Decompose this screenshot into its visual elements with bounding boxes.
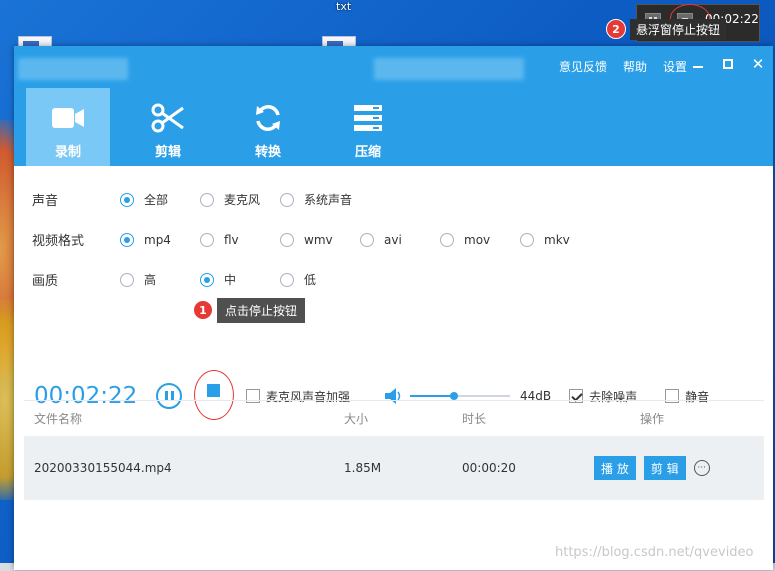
radio-unchecked[interactable]: [520, 232, 534, 247]
stop-button[interactable]: [207, 384, 220, 397]
help-link[interactable]: 帮助: [623, 58, 647, 75]
radio-label: 全部: [144, 193, 169, 207]
radio-label: wmv: [304, 232, 333, 247]
radio-unchecked[interactable]: [280, 192, 294, 207]
settings-link[interactable]: 设置: [663, 58, 687, 75]
quality-row: 画质 高 中 低: [32, 270, 316, 289]
radio-label: mp4: [144, 232, 171, 247]
maximize-button[interactable]: [721, 57, 735, 71]
radio-unchecked[interactable]: [280, 272, 294, 287]
format-option-flv[interactable]: flv: [200, 232, 280, 247]
tooltip-text: 点击停止按钮: [217, 297, 306, 323]
sound-option-system[interactable]: 系统声音: [280, 191, 352, 208]
callout-number-badge: 2: [606, 19, 626, 39]
scissors-icon: [151, 103, 185, 133]
stop-button-tooltip: 1 点击停止按钮: [193, 297, 306, 323]
radio-label: avi: [384, 232, 402, 247]
callout-text: 悬浮窗停止按钮: [630, 18, 727, 40]
tab-label: 转换: [254, 145, 281, 160]
table-row[interactable]: 20200330155044.mp4 1.85M 00:00:20 播 放 剪 …: [24, 436, 764, 500]
blurred-title-text: [374, 58, 524, 80]
format-option-wmv[interactable]: wmv: [280, 232, 360, 247]
top-links: 意见反馈 帮助 设置: [559, 58, 687, 75]
minimize-button[interactable]: [691, 57, 705, 71]
callout-number-badge: 1: [193, 300, 213, 320]
compress-icon: [351, 103, 385, 133]
slider-thumb[interactable]: [450, 392, 459, 400]
radio-unchecked[interactable]: [200, 232, 214, 247]
radio-label: 高: [144, 273, 157, 287]
column-header-name: 文件名称: [34, 412, 83, 426]
format-row: 视频格式 mp4 flv wmv avi mov mkv: [32, 230, 570, 249]
radio-checked[interactable]: [120, 192, 134, 207]
format-label: 视频格式: [32, 234, 85, 249]
tab-label: 录制: [54, 145, 81, 160]
radio-unchecked[interactable]: [440, 232, 454, 247]
maximize-icon: [723, 59, 733, 69]
quality-label: 画质: [32, 274, 59, 289]
column-header-duration: 时长: [462, 412, 487, 426]
file-table: 文件名称 大小 时长 操作 20200330155044.mp4 1.85M 0…: [24, 400, 764, 500]
blurred-app-title: [18, 58, 128, 80]
title-bar: 意见反馈 帮助 设置 ✕ 录制 剪辑 转换 压缩: [14, 46, 773, 166]
quality-option-medium[interactable]: 中: [200, 271, 280, 288]
floating-stop-callout: 2 悬浮窗停止按钮: [606, 18, 727, 40]
radio-unchecked[interactable]: [200, 192, 214, 207]
format-option-avi[interactable]: avi: [360, 232, 440, 247]
file-duration: 00:00:20: [462, 461, 516, 475]
radio-unchecked[interactable]: [280, 232, 294, 247]
sound-option-all[interactable]: 全部: [120, 191, 200, 208]
feedback-link[interactable]: 意见反馈: [559, 58, 607, 75]
video-camera-icon: [51, 103, 85, 133]
desktop-file-label: txt: [336, 0, 352, 13]
file-name: 20200330155044.mp4: [34, 461, 172, 475]
radio-unchecked[interactable]: [360, 232, 374, 247]
tab-label: 压缩: [354, 145, 381, 160]
file-size: 1.85M: [344, 461, 382, 475]
refresh-icon: [251, 103, 285, 133]
radio-checked[interactable]: [120, 232, 134, 247]
radio-label: mkv: [544, 232, 570, 247]
radio-label: 低: [304, 273, 317, 287]
close-button[interactable]: ✕: [751, 55, 765, 73]
main-tabs: 录制 剪辑 转换 压缩: [26, 88, 426, 166]
tab-record[interactable]: 录制: [26, 88, 110, 166]
column-header-actions: 操作: [640, 412, 665, 426]
edit-button[interactable]: 剪 辑: [643, 456, 686, 480]
sound-option-mic[interactable]: 麦克风: [200, 191, 280, 208]
sound-label: 声音: [32, 194, 59, 209]
format-option-mov[interactable]: mov: [440, 232, 520, 247]
window-controls: ✕: [691, 55, 765, 73]
slider-fill: [410, 395, 455, 397]
quality-option-low[interactable]: 低: [280, 271, 316, 288]
recorder-window: 意见反馈 帮助 设置 ✕ 录制 剪辑 转换 压缩 声音 全部 麦克风 系统声音 …: [14, 46, 773, 570]
play-button[interactable]: 播 放: [594, 456, 636, 480]
sound-row: 声音 全部 麦克风 系统声音: [32, 190, 352, 209]
tab-convert[interactable]: 转换: [226, 88, 310, 166]
radio-checked[interactable]: [200, 272, 214, 287]
more-options-icon[interactable]: ···: [693, 460, 710, 476]
watermark: https://blog.csdn.net/qvevideo: [555, 545, 754, 560]
radio-label: 系统声音: [304, 193, 353, 207]
table-header: 文件名称 大小 时长 操作: [24, 400, 764, 436]
format-option-mp4[interactable]: mp4: [120, 232, 200, 247]
tab-edit[interactable]: 剪辑: [126, 88, 210, 166]
radio-label: flv: [224, 232, 239, 247]
radio-unchecked[interactable]: [120, 272, 134, 287]
format-option-mkv[interactable]: mkv: [520, 232, 570, 247]
column-header-size: 大小: [344, 412, 369, 426]
tab-label: 剪辑: [154, 145, 181, 160]
radio-label: 中: [224, 273, 237, 287]
minimize-icon: [693, 66, 703, 68]
tab-compress[interactable]: 压缩: [326, 88, 410, 166]
radio-label: 麦克风: [224, 193, 261, 207]
quality-option-high[interactable]: 高: [120, 271, 200, 288]
radio-label: mov: [464, 232, 491, 247]
close-icon: ✕: [751, 55, 765, 73]
row-actions: 播 放 剪 辑 ···: [574, 456, 764, 480]
